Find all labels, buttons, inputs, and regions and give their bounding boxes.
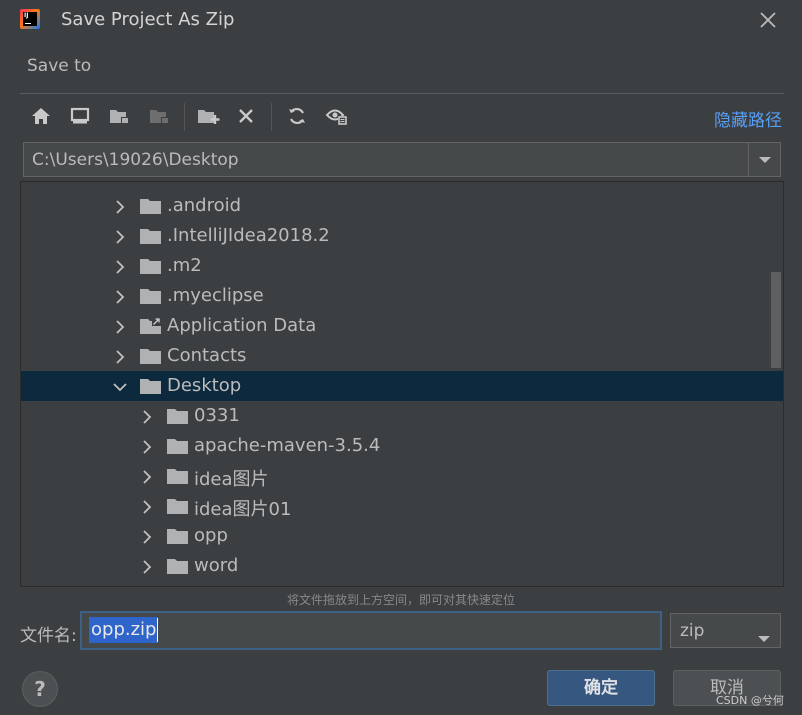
tree-item[interactable]: idea图片 — [21, 461, 783, 491]
chevron-right-icon[interactable] — [113, 349, 127, 364]
tree-item[interactable]: .android — [21, 191, 783, 221]
tree-item[interactable]: .m2 — [21, 251, 783, 281]
tree-item[interactable]: word — [21, 551, 783, 581]
tree-item[interactable]: idea图片01 — [21, 491, 783, 521]
divider — [20, 93, 784, 94]
desktop-icon[interactable] — [65, 101, 95, 131]
folder-icon — [167, 498, 189, 515]
title-bar: IJ Save Project As Zip — [0, 0, 802, 42]
refresh-icon[interactable] — [282, 101, 312, 131]
tree-item[interactable]: Desktop — [21, 371, 783, 401]
intellij-logo-icon: IJ — [20, 9, 40, 29]
file-tree[interactable]: .android .IntelliJIdea2018.2 .m2 .myeclipse… — [20, 181, 784, 587]
path-combobox[interactable] — [23, 142, 781, 177]
tree-scrollbar[interactable] — [771, 272, 781, 368]
chevron-right-icon[interactable] — [113, 259, 127, 274]
tree-item[interactable]: Contacts — [21, 341, 783, 371]
tree-item[interactable]: .myeclipse — [21, 281, 783, 311]
chevron-right-icon[interactable] — [140, 529, 154, 544]
tree-item-label: .IntelliJIdea2018.2 — [167, 225, 330, 246]
tree-item-label: idea图片 — [194, 469, 269, 490]
drag-drop-hint: 将文件拖放到上方空间，即可对其快速定位 — [286, 593, 515, 607]
tree-item-label: .myeclipse — [167, 285, 264, 306]
hide-path-link[interactable]: 隐藏路径 — [714, 106, 782, 131]
module-folder-icon[interactable] — [145, 101, 175, 131]
tree-item-label: Desktop — [167, 375, 242, 396]
chevron-right-icon[interactable] — [140, 499, 154, 514]
save-to-label: Save to — [27, 56, 92, 76]
toolbar-separator — [184, 103, 185, 131]
chevron-down-icon[interactable] — [748, 143, 780, 176]
save-project-dialog: IJ Save Project As Zip Save to 隐藏路径 C:\U… — [0, 0, 802, 715]
delete-icon[interactable] — [231, 101, 261, 131]
show-hidden-icon[interactable] — [322, 101, 352, 131]
tree-item-label: apache-maven-3.5.4 — [194, 435, 381, 456]
folder-icon — [140, 258, 162, 275]
chevron-down-icon — [757, 628, 771, 647]
chevron-right-icon[interactable] — [140, 439, 154, 454]
close-icon[interactable] — [758, 10, 778, 30]
folder-icon — [140, 348, 162, 365]
chevron-down-icon[interactable] — [113, 379, 127, 393]
path-input[interactable] — [24, 143, 748, 176]
tree-item[interactable]: 0331 — [21, 401, 783, 431]
tree-item[interactable]: opp — [21, 521, 783, 551]
tree-item-label: 0331 — [194, 405, 240, 426]
extension-select[interactable]: zip — [670, 613, 781, 648]
filename-label: 文件名: — [20, 626, 77, 646]
tree-item[interactable]: Application Data — [21, 311, 783, 341]
watermark: CSDN @兮何 — [716, 694, 784, 707]
tree-item-label: .android — [167, 195, 242, 216]
tree-item[interactable]: apache-maven-3.5.4 — [21, 431, 783, 461]
chevron-right-icon[interactable] — [113, 229, 127, 244]
chevron-right-icon[interactable] — [140, 409, 154, 424]
project-folder-icon[interactable] — [105, 101, 135, 131]
folder-icon — [140, 378, 162, 395]
new-folder-icon[interactable] — [194, 101, 224, 131]
chevron-right-icon[interactable] — [140, 559, 154, 574]
chevron-right-icon[interactable] — [140, 469, 154, 484]
dialog-title: Save Project As Zip — [61, 9, 235, 30]
toolbar-separator — [271, 103, 272, 131]
chevron-right-icon[interactable] — [113, 319, 127, 334]
tree-item[interactable]: .IntelliJIdea2018.2 — [21, 221, 783, 251]
tree-item-label: .m2 — [167, 255, 202, 276]
folder-icon — [167, 438, 189, 455]
help-button[interactable]: ? — [22, 671, 58, 707]
folder-icon — [167, 408, 189, 425]
tree-item-label: idea图片01 — [194, 499, 292, 520]
tree-item-label: opp — [194, 525, 228, 546]
folder-icon — [140, 228, 162, 245]
folder-icon — [167, 558, 189, 575]
filename-input[interactable] — [80, 611, 662, 650]
ok-button[interactable]: 确定 — [547, 670, 655, 706]
folder-icon — [140, 318, 162, 335]
chevron-right-icon[interactable] — [113, 199, 127, 214]
tree-item-label: word — [194, 555, 239, 576]
extension-value: zip — [680, 621, 705, 641]
chevron-right-icon[interactable] — [113, 289, 127, 304]
tree-item-label: Contacts — [167, 345, 247, 366]
home-icon[interactable] — [26, 101, 56, 131]
folder-icon — [167, 468, 189, 485]
folder-icon — [140, 288, 162, 305]
toolbar — [24, 101, 764, 131]
tree-item-label: Application Data — [167, 315, 317, 336]
folder-icon — [140, 198, 162, 215]
folder-icon — [167, 528, 189, 545]
